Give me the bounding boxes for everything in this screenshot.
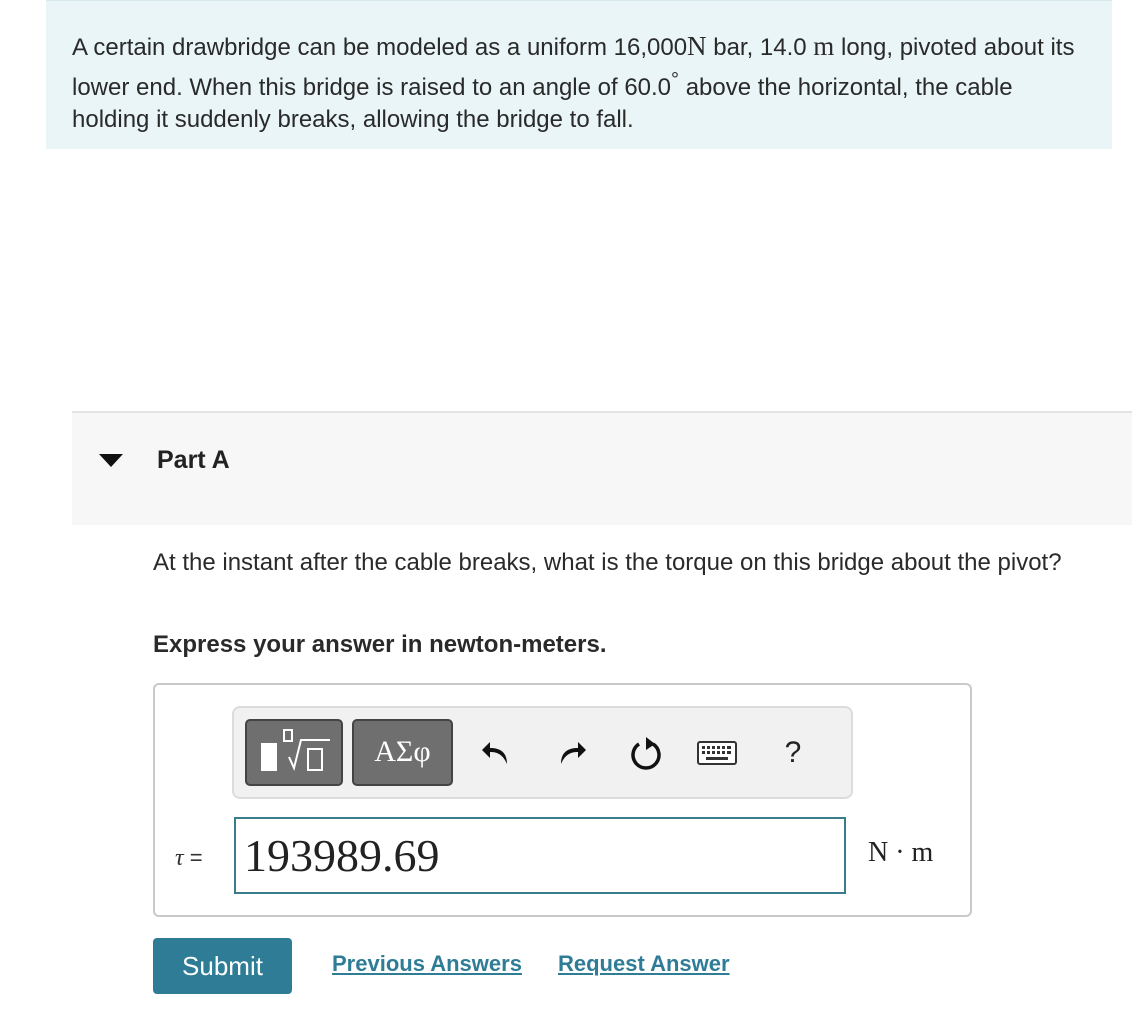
- previous-answers-link[interactable]: Previous Answers: [332, 951, 522, 977]
- reset-icon[interactable]: [624, 728, 668, 778]
- problem-text: A certain drawbridge can be modeled as a…: [72, 30, 1082, 136]
- request-answer-link[interactable]: Request Answer: [558, 951, 730, 977]
- instruction-text: Express your answer in newton-meters.: [153, 631, 607, 658]
- redo-icon[interactable]: [550, 728, 594, 778]
- math-toolbar: ΑΣφ ?: [232, 706, 853, 799]
- answer-variable-label: τ =: [175, 845, 203, 872]
- problem-statement: A certain drawbridge can be modeled as a…: [46, 0, 1112, 149]
- tau-symbol: τ: [175, 845, 184, 871]
- degree-symbol: °: [671, 69, 680, 91]
- part-title: Part A: [157, 446, 230, 474]
- templates-icon: [261, 729, 330, 772]
- keyboard-icon[interactable]: [695, 728, 739, 778]
- problem-text-part: bar, 14.0: [706, 34, 814, 61]
- submit-button[interactable]: Submit: [153, 938, 292, 994]
- greek-symbols-button[interactable]: ΑΣφ: [352, 719, 453, 786]
- undo-icon[interactable]: [474, 728, 518, 778]
- question-text: At the instant after the cable breaks, w…: [153, 549, 1062, 576]
- collapse-caret-icon[interactable]: [99, 454, 123, 467]
- answer-units: N · m: [868, 837, 934, 868]
- part-a-header[interactable]: Part A: [72, 411, 1132, 525]
- problem-text-part: A certain drawbridge can be modeled as a…: [72, 34, 688, 61]
- answer-input[interactable]: 193989.69: [234, 817, 846, 894]
- templates-button[interactable]: [245, 719, 343, 786]
- answer-panel: ΑΣφ ? τ = 193989.69 N · m: [153, 683, 972, 917]
- help-icon[interactable]: ?: [771, 728, 815, 778]
- equals-sign: =: [183, 845, 203, 870]
- unit-newton: N: [687, 31, 707, 61]
- unit-meter: m: [813, 31, 835, 61]
